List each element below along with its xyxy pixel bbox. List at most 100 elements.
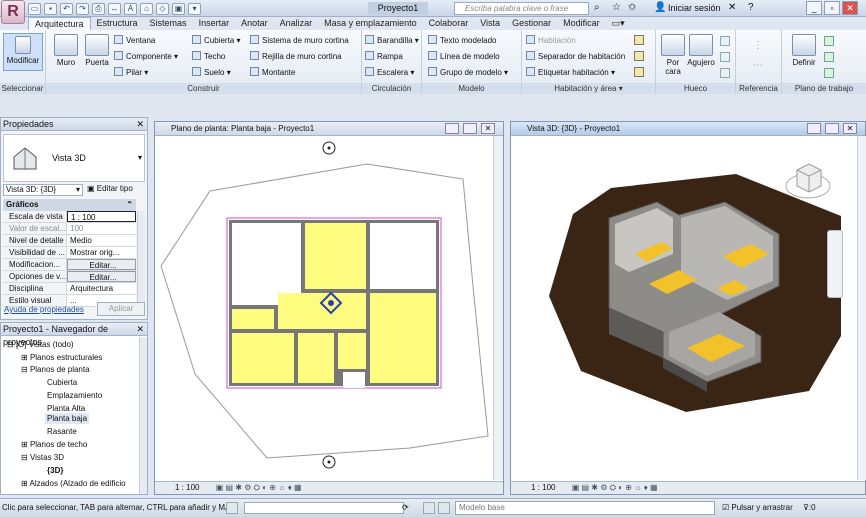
room-yellow-n[interactable]	[305, 223, 366, 289]
close-properties-icon[interactable]: ✕	[136, 118, 144, 131]
filter-icon[interactable]: ⊽:0	[803, 499, 816, 517]
room-yellow-sw[interactable]	[232, 333, 294, 383]
tab-vista[interactable]: Vista	[474, 17, 506, 30]
area-icon[interactable]	[634, 35, 644, 45]
undo-icon[interactable]: ↶	[60, 2, 73, 15]
design-option-select-icon[interactable]	[438, 502, 450, 514]
close-browser-icon[interactable]: ✕	[136, 323, 144, 336]
tab-colaborar[interactable]: Colaborar	[423, 17, 475, 30]
sign-in-button[interactable]: Iniciar sesión	[668, 3, 721, 13]
property-value[interactable]: Medio	[67, 235, 136, 246]
definir-button[interactable]: Definir	[788, 34, 820, 67]
3d-view-scale[interactable]: 1 : 100	[531, 483, 555, 492]
customize-dropdown-icon[interactable]: ▾	[188, 2, 201, 15]
maximize-icon[interactable]: ▫	[824, 1, 840, 15]
minimize-3d-view-icon[interactable]	[807, 123, 821, 134]
application-menu-button[interactable]: R	[1, 0, 25, 24]
tab-sistemas[interactable]: Sistemas	[144, 17, 193, 30]
properties-scrollbar[interactable]	[137, 211, 145, 307]
favorites-icon[interactable]: ✩	[628, 2, 636, 13]
por-cara-button[interactable]: Por cara	[660, 34, 686, 76]
agujero-button[interactable]: Agujero	[686, 34, 716, 67]
restore-3d-view-icon[interactable]	[825, 123, 839, 134]
tree-item-cubierta[interactable]: Cubierta	[47, 378, 77, 387]
tab-anotar[interactable]: Anotar	[235, 17, 274, 30]
rampa-button[interactable]: Rampa	[365, 51, 403, 63]
tab-estructura[interactable]: Estructura	[91, 17, 144, 30]
ribbon-toggle-icon[interactable]: ▭▾	[606, 17, 631, 30]
tree-item-emplazamiento[interactable]: Emplazamiento	[47, 391, 102, 400]
tree-item-planos-estructurales[interactable]: ⊞ Planos estructurales	[21, 353, 102, 362]
properties-help-link[interactable]: Ayuda de propiedades	[4, 305, 84, 314]
tab-gestionar[interactable]: Gestionar	[506, 17, 557, 30]
cubierta-button[interactable]: Cubierta ▾	[192, 35, 241, 47]
wall-opening-icon[interactable]	[720, 36, 730, 46]
componente-button[interactable]: Componente ▾	[114, 51, 178, 63]
suelo-button[interactable]: Suelo ▾	[192, 67, 231, 79]
escalera-button[interactable]: Escalera ▾	[365, 67, 414, 79]
search-input[interactable]: Escriba palabra clave o frase	[454, 2, 589, 15]
open-icon[interactable]: ▭	[28, 2, 41, 15]
grupo-modelo-button[interactable]: Grupo de modelo ▾	[428, 67, 508, 79]
dormer-icon[interactable]	[720, 68, 730, 78]
room-yellow-e[interactable]	[370, 293, 436, 383]
exchange-apps-icon[interactable]: ✕	[728, 2, 736, 13]
tree-item-vistas-3d[interactable]: ⊟ Vistas 3D	[21, 453, 64, 462]
property-value[interactable]: Mostrar orig...	[67, 247, 136, 258]
save-icon[interactable]: ▪	[44, 2, 57, 15]
room-white-ne[interactable]	[370, 223, 436, 289]
plan-view-vertical-scrollbar[interactable]	[493, 136, 503, 480]
property-value[interactable]: Arquitectura	[67, 283, 136, 294]
help-icon[interactable]: ?	[748, 2, 754, 13]
tree-item-planos-planta[interactable]: ⊟ Planos de planta	[21, 365, 90, 374]
show-workplane-icon[interactable]	[824, 36, 834, 46]
separador-habitacion-button[interactable]: Separador de habitación	[526, 51, 625, 63]
room-yellow-se[interactable]	[338, 333, 366, 369]
section-icon[interactable]: ◇	[156, 2, 169, 15]
navigation-bar[interactable]	[827, 230, 843, 298]
tree-item-planta-alta[interactable]: Planta Alta	[47, 404, 85, 413]
redo-icon[interactable]: ↷	[76, 2, 89, 15]
montante-button[interactable]: Montante	[250, 67, 295, 79]
type-dropdown-icon[interactable]: ▾	[138, 153, 142, 162]
print-icon[interactable]: ⎙	[92, 2, 105, 15]
instance-selector[interactable]: Vista 3D: {3D} ▾	[3, 184, 83, 196]
tree-item-alzados[interactable]: ⊞ Alzados (Alzado de edificio	[21, 479, 126, 488]
close-windows-icon[interactable]: ▣	[172, 2, 185, 15]
apply-button[interactable]: Aplicar	[97, 302, 145, 316]
tab-insertar[interactable]: Insertar	[193, 17, 236, 30]
viewer-icon[interactable]	[824, 68, 834, 78]
view-control-icons[interactable]: ▣ ▤ ✱ ⚙ ⛭ ◐ ⊕ ☼ ♦ ▦	[216, 483, 302, 492]
group-header-graficos[interactable]: Gráficos ⌃	[3, 199, 136, 211]
room-white-nw[interactable]	[232, 223, 301, 305]
barandilla-button[interactable]: Barandilla ▾	[365, 35, 419, 47]
level-icon[interactable]: ⋮	[753, 40, 765, 52]
edit-button[interactable]: Editar...	[67, 271, 136, 282]
3d-view-icon[interactable]: ⌂	[140, 2, 153, 15]
tree-item-planta-baja[interactable]: Planta baja	[45, 413, 90, 424]
ventana-button[interactable]: Ventana	[114, 35, 155, 47]
sync-icon[interactable]: ⟳	[402, 499, 409, 517]
ref-plane-icon[interactable]	[824, 52, 834, 62]
close-icon[interactable]: ✕	[842, 1, 858, 15]
worksharing-icon[interactable]	[226, 502, 238, 514]
tab-arquitectura[interactable]: Arquitectura	[28, 17, 91, 30]
etiquetar-habitacion-button[interactable]: Etiquetar habitación ▾	[526, 67, 615, 79]
binoculars-icon[interactable]: ⌕	[594, 2, 600, 13]
room-yellow-s[interactable]	[298, 333, 334, 383]
design-options-icon[interactable]	[423, 502, 435, 514]
muro-button[interactable]: Muro	[52, 34, 80, 67]
panel-label-habitacion[interactable]: Habitación y área ▾	[522, 83, 655, 94]
edit-button[interactable]: Editar...	[67, 259, 136, 270]
puerta-button[interactable]: Puerta	[83, 34, 111, 67]
linea-modelo-button[interactable]: Línea de modelo	[428, 51, 500, 63]
3d-view-vertical-scrollbar[interactable]	[857, 136, 866, 480]
texto-modelado-button[interactable]: Texto modelado	[428, 35, 496, 47]
tree-item-vistas[interactable]: ⊟ [O] Vistas (todo)	[7, 340, 74, 349]
techo-button[interactable]: Techo	[192, 51, 225, 63]
text-icon[interactable]: A	[124, 2, 137, 15]
tab-modificar[interactable]: Modificar	[557, 17, 606, 30]
active-design-option-dropdown[interactable]: Modelo base	[455, 501, 715, 515]
pilar-button[interactable]: Pilar ▾	[114, 67, 148, 79]
entrance-notch[interactable]	[343, 372, 365, 388]
